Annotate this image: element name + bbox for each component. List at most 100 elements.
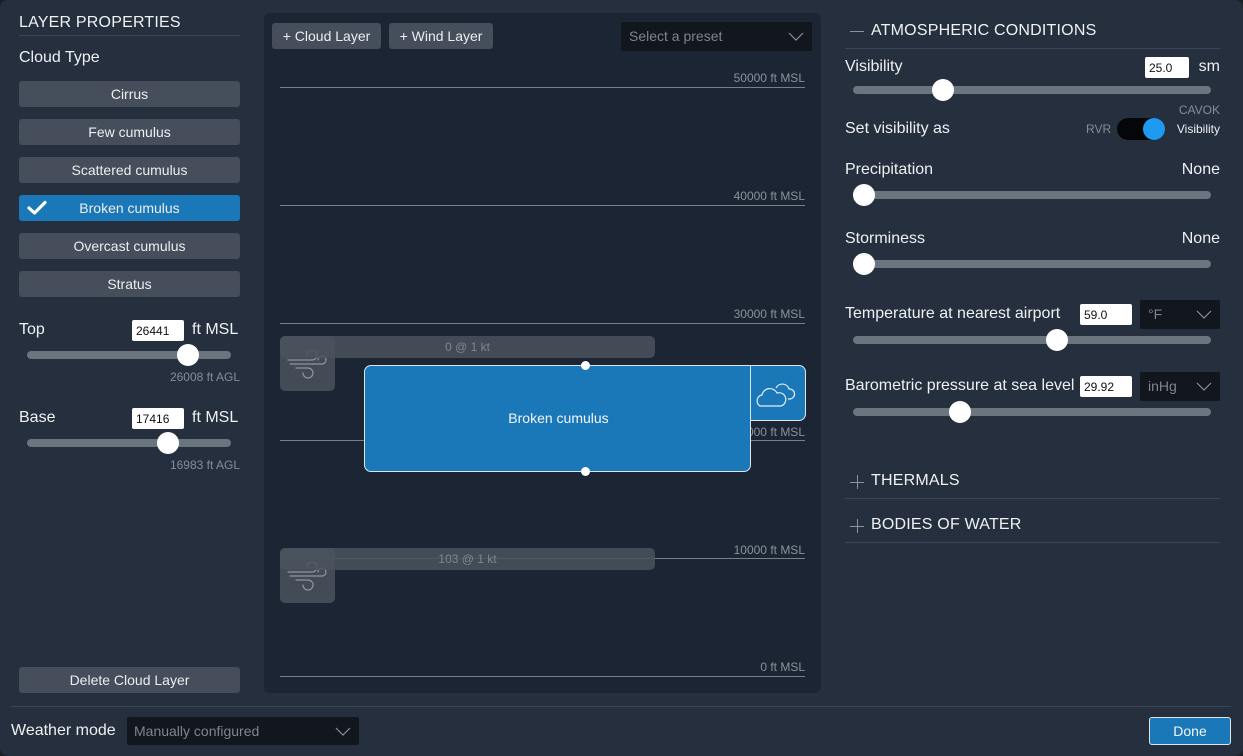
precipitation-slider[interactable] [853, 184, 1211, 206]
pressure-input[interactable] [1080, 376, 1132, 397]
temperature-unit-select[interactable]: °F [1140, 300, 1220, 329]
button-label: Cirrus [110, 86, 149, 102]
altitude-line [280, 87, 805, 88]
cloud-type-label: Cloud Type [19, 49, 100, 66]
cloud-top-handle[interactable] [581, 361, 590, 370]
delete-cloud-layer-button[interactable]: Delete Cloud Layer [19, 667, 240, 693]
cloud-type-stratus-button[interactable]: Stratus [19, 271, 240, 297]
cloud-layer-label: Broken cumulus [508, 410, 609, 426]
weather-settings-window: LAYER PROPERTIES Cloud Type Cirrus Few c… [0, 0, 1243, 756]
temperature-unit-value: °F [1148, 306, 1163, 322]
slider-thumb[interactable] [853, 253, 875, 275]
weather-mode-value: Manually configured [134, 723, 260, 739]
altitude-label: 0 ft MSL [760, 660, 805, 674]
top-altitude-slider[interactable] [27, 344, 231, 366]
cloud-type-scattered-cumulus-button[interactable]: Scattered cumulus [19, 157, 240, 183]
storminess-value: None [1181, 230, 1220, 247]
top-altitude-input[interactable] [132, 320, 184, 341]
bodies-of-water-section-header[interactable]: BODIES OF WATER [871, 516, 1022, 534]
wind-layer-label: 0 @ 1 kt [445, 340, 490, 354]
layer-properties-title: LAYER PROPERTIES [19, 14, 181, 31]
button-label: Broken cumulus [79, 200, 180, 216]
cloud-icon [756, 383, 796, 407]
cloud-type-overcast-cumulus-button[interactable]: Overcast cumulus [19, 233, 240, 259]
top-label: Top [19, 321, 45, 338]
altitude-label: 10000 ft MSL [733, 543, 805, 557]
divider [11, 706, 1231, 707]
expand-icon[interactable] [850, 475, 864, 489]
cloud-type-broken-cumulus-button[interactable]: Broken cumulus [19, 195, 240, 221]
thermals-section-header[interactable]: THERMALS [871, 472, 960, 490]
expand-icon[interactable] [850, 519, 864, 533]
chevron-down-icon [335, 717, 351, 745]
visibility-label: Visibility [845, 58, 903, 75]
checkmark-icon [27, 195, 47, 221]
visibility-mode-toggle[interactable] [1117, 118, 1165, 140]
divider [845, 542, 1220, 543]
slider-thumb[interactable] [949, 401, 972, 423]
divider [845, 48, 1220, 49]
chevron-down-icon [1196, 372, 1212, 401]
altitude-line [280, 676, 805, 677]
button-label: Scattered cumulus [71, 162, 188, 178]
cloud-layer-block[interactable]: Broken cumulus [364, 365, 751, 472]
altitude-line [280, 323, 805, 324]
visibility-input[interactable] [1145, 57, 1189, 78]
top-agl-readout: 26008 ft AGL [169, 370, 240, 384]
base-agl-readout: 16983 ft AGL [169, 458, 240, 472]
pressure-unit-select[interactable]: inHg [1140, 372, 1220, 401]
layers-view: + Cloud Layer + Wind Layer Select a pres… [264, 13, 821, 693]
base-unit-label: ft MSL [192, 409, 239, 426]
temperature-slider[interactable] [853, 329, 1211, 351]
cloud-base-handle[interactable] [581, 467, 590, 476]
slider-thumb[interactable] [177, 344, 200, 366]
base-altitude-slider[interactable] [27, 432, 231, 454]
visibility-unit: sm [1198, 58, 1220, 75]
pressure-slider[interactable] [853, 401, 1211, 423]
wind-layer-label: 103 @ 1 kt [438, 552, 497, 566]
visibility-slider[interactable] [853, 79, 1211, 101]
chevron-down-icon [788, 22, 804, 51]
pressure-label: Barometric pressure at sea level [845, 377, 1075, 394]
rvr-label: RVR [1086, 122, 1112, 136]
divider [19, 35, 240, 36]
collapse-icon[interactable] [850, 31, 864, 32]
preset-select[interactable]: Select a preset [621, 22, 812, 51]
weather-mode-label: Weather mode [11, 722, 116, 739]
temperature-label: Temperature at nearest airport [845, 305, 1061, 322]
altitude-label: 30000 ft MSL [733, 307, 805, 321]
storminess-slider[interactable] [853, 253, 1211, 275]
altitude-line [280, 205, 805, 206]
pressure-unit-value: inHg [1148, 378, 1177, 394]
precipitation-value: None [1181, 161, 1220, 178]
button-label: Stratus [107, 276, 152, 292]
divider [845, 498, 1220, 499]
button-label: Few cumulus [88, 124, 171, 140]
cloud-type-cirrus-button[interactable]: Cirrus [19, 81, 240, 107]
slider-thumb[interactable] [931, 79, 954, 101]
wind-layer-1[interactable]: 0 @ 1 kt [280, 336, 655, 358]
toggle-knob [1143, 118, 1165, 140]
add-cloud-layer-button[interactable]: + Cloud Layer [272, 23, 381, 49]
precipitation-label: Precipitation [845, 161, 934, 178]
base-altitude-input[interactable] [132, 408, 184, 429]
storminess-label: Storminess [845, 230, 926, 247]
slider-thumb[interactable] [156, 432, 179, 454]
wind-layer-2[interactable]: 103 @ 1 kt [280, 548, 655, 570]
cavok-label: CAVOK [1178, 103, 1220, 117]
slider-thumb[interactable] [853, 184, 875, 206]
preset-placeholder: Select a preset [629, 28, 723, 44]
temperature-input[interactable] [1080, 304, 1132, 325]
atmospheric-conditions-title[interactable]: ATMOSPHERIC CONDITIONS [871, 22, 1096, 40]
add-wind-layer-button[interactable]: + Wind Layer [389, 23, 493, 49]
button-label: Overcast cumulus [73, 238, 186, 254]
cloud-layer-tab[interactable] [750, 365, 806, 421]
visibility-mode-on-label: Visibility [1176, 122, 1220, 136]
base-label: Base [19, 409, 56, 426]
slider-thumb[interactable] [1046, 329, 1069, 351]
cloud-type-few-cumulus-button[interactable]: Few cumulus [19, 119, 240, 145]
done-button[interactable]: Done [1149, 717, 1231, 745]
chevron-down-icon [1196, 300, 1212, 329]
weather-mode-select[interactable]: Manually configured [127, 717, 359, 745]
altitude-label: 40000 ft MSL [733, 189, 805, 203]
